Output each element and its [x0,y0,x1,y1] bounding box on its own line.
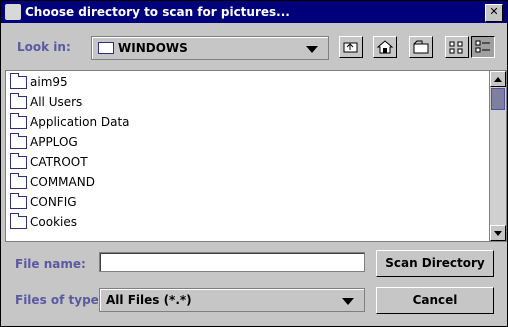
home-button[interactable] [373,36,397,58]
list-item-label: Application Data [30,115,130,129]
scroll-up-button[interactable] [490,71,506,87]
look-in-combo[interactable]: WINDOWS [91,36,329,60]
chevron-down-icon [306,46,318,53]
details-view-button[interactable] [471,36,495,58]
folder-icon [10,153,27,169]
scroll-thumb[interactable] [491,88,505,110]
up-folder-button[interactable] [339,36,363,58]
look-in-label: Look in: [17,40,71,54]
chevron-down-icon [342,298,354,305]
list-item-label: Cookies [30,215,77,229]
folder-icon [10,93,27,109]
folder-icon [10,113,27,129]
up-folder-icon [343,42,358,53]
list-item-label: CONFIG [30,195,77,209]
new-folder-button[interactable] [409,36,433,58]
folder-icon [10,193,27,209]
file-list[interactable]: aim95 All Users Application Data APPLOG … [5,70,507,242]
folder-icon [10,73,27,89]
home-icon [376,40,394,54]
new-folder-icon [413,40,429,54]
look-in-value: WINDOWS [118,41,188,55]
folder-icon [98,42,114,54]
details-view-icon [475,40,490,53]
cancel-button[interactable]: Cancel [376,287,494,314]
close-button[interactable]: ✕ [485,4,503,22]
app-icon [5,4,21,20]
list-item-label: CATROOT [30,155,88,169]
files-of-type-value: All Files (*.*) [106,293,192,307]
list-item-label: All Users [30,95,83,109]
list-item-label: APPLOG [30,135,78,149]
vertical-scrollbar[interactable] [489,71,506,241]
title-bar: Choose directory to scan for pictures...… [1,1,507,23]
folder-icon [10,173,27,189]
window-title: Choose directory to scan for pictures... [25,5,290,19]
file-name-label: File name: [15,257,86,271]
files-of-type-label: Files of type: [15,293,104,307]
scroll-down-button[interactable] [490,225,506,241]
scan-directory-button[interactable]: Scan Directory [376,250,494,277]
list-item-label: aim95 [30,75,68,89]
file-chooser-window: Choose directory to scan for pictures...… [0,0,508,327]
file-list-rows: aim95 All Users Application Data APPLOG … [6,71,488,241]
files-of-type-combo[interactable]: All Files (*.*) [99,288,365,312]
list-view-icon [449,41,463,54]
folder-icon [10,213,27,229]
file-name-input[interactable] [99,252,365,272]
list-item-label: COMMAND [30,175,95,189]
folder-icon [10,133,27,149]
list-view-button[interactable] [445,36,469,58]
